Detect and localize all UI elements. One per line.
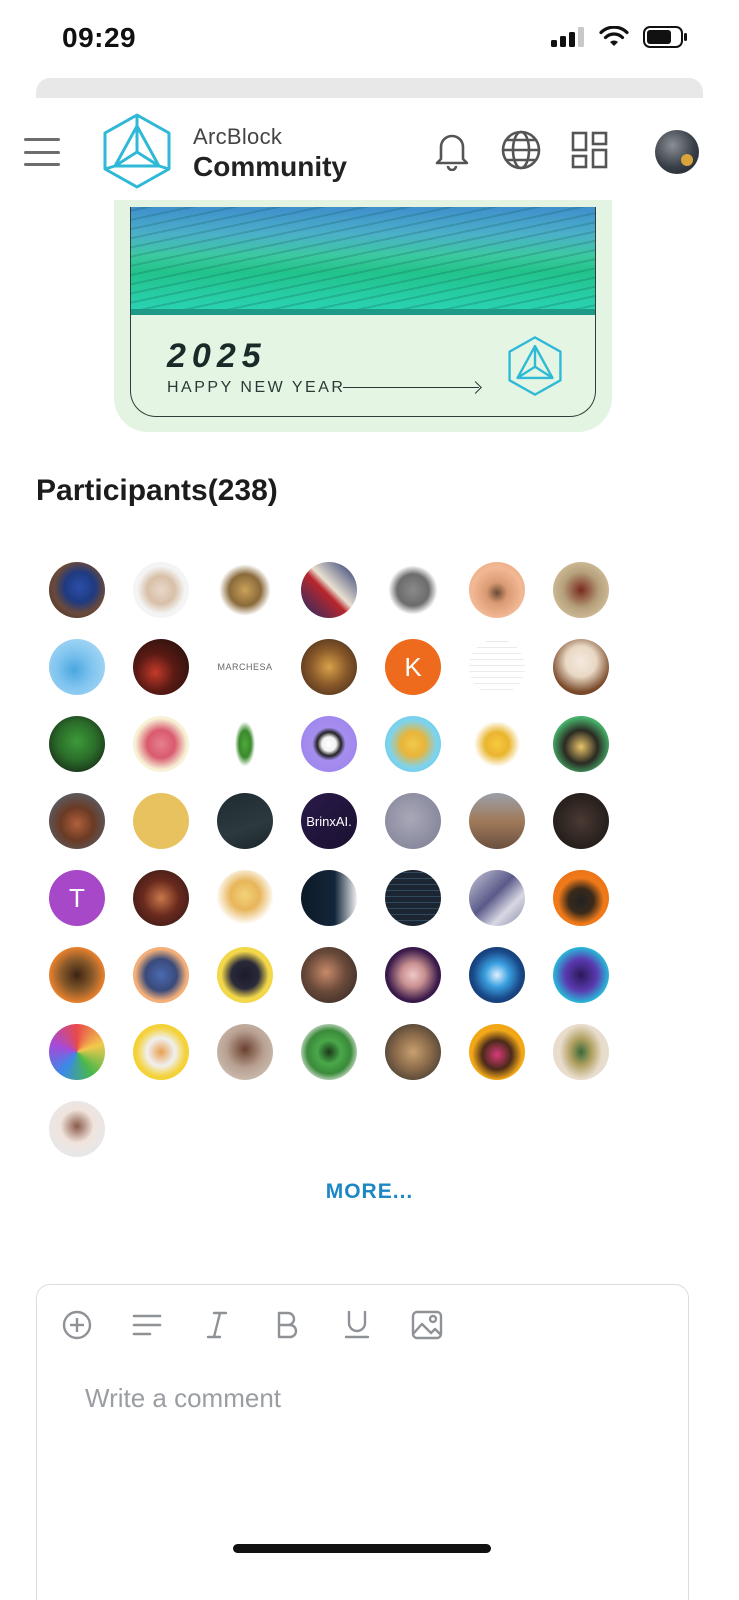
participant-avatar[interactable]: MARCHESA [217,639,273,695]
participant-avatar[interactable] [133,639,189,695]
status-icons [551,26,689,48]
more-participants-link[interactable]: MORE... [0,1180,739,1204]
participant-avatar[interactable] [385,870,441,926]
participant-avatar[interactable] [385,1024,441,1080]
participant-avatar[interactable] [301,870,357,926]
italic-icon[interactable] [199,1307,235,1343]
participant-avatar[interactable]: K [385,639,441,695]
arrow-right-icon [343,387,479,388]
participant-avatar[interactable] [49,1024,105,1080]
banner-greeting: HAPPY NEW YEAR [167,379,346,396]
battery-icon [643,26,687,48]
participant-avatar[interactable] [217,947,273,1003]
avatar-text-t: T [69,882,85,913]
participant-avatar[interactable] [553,793,609,849]
participant-avatar[interactable] [553,639,609,695]
participant-avatar[interactable]: BrinxAI. [301,793,357,849]
comment-input[interactable] [85,1383,645,1414]
participant-avatar[interactable] [217,562,273,618]
menu-icon[interactable] [24,138,60,166]
participant-avatar[interactable] [301,947,357,1003]
brand-top: ArcBlock [193,124,283,149]
participant-avatar[interactable] [133,716,189,772]
banner-year: 2025 [167,337,267,375]
apps-grid-icon[interactable] [568,128,612,172]
avatar-text-brinx: BrinxAI. [306,813,352,829]
participant-avatar[interactable] [469,793,525,849]
participant-avatar[interactable] [553,947,609,1003]
avatar-text-marchesa: MARCHESA [217,662,273,672]
status-time: 09:29 [62,22,137,53]
arcblock-logo-icon[interactable] [102,112,172,190]
paragraph-icon[interactable] [129,1307,165,1343]
participant-avatar[interactable] [133,793,189,849]
participants-title: Participants(238) [36,474,278,507]
status-bar: 09:29 [0,0,739,78]
image-icon[interactable] [409,1307,445,1343]
globe-icon[interactable] [499,128,543,172]
bell-icon[interactable] [430,128,474,172]
participant-avatar[interactable] [217,1024,273,1080]
participant-avatar[interactable] [49,562,105,618]
participant-avatar[interactable] [469,870,525,926]
participant-avatar[interactable] [553,716,609,772]
brand-bottom: Community [193,151,347,182]
participant-avatar[interactable] [217,870,273,926]
participant-avatar[interactable] [553,562,609,618]
banner-image [131,207,595,315]
event-banner[interactable]: 2025 HAPPY NEW YEAR [130,207,596,417]
participant-avatar[interactable] [553,870,609,926]
editor-toolbar [59,1307,445,1343]
home-indicator[interactable] [233,1544,491,1553]
participant-avatar[interactable] [133,1024,189,1080]
participant-avatar[interactable] [385,716,441,772]
participant-avatar[interactable] [217,716,273,772]
participant-avatar[interactable] [469,639,525,695]
avatar-text-k: K [404,651,422,682]
brand-name: ArcBlock Community [193,124,347,183]
add-icon[interactable] [59,1307,95,1343]
participant-avatar[interactable] [301,562,357,618]
participant-avatar[interactable]: T [49,870,105,926]
sheet-background [36,78,703,98]
participant-avatar[interactable] [301,1024,357,1080]
participant-avatar[interactable] [133,562,189,618]
participant-avatar[interactable] [469,1024,525,1080]
participant-avatar[interactable] [49,639,105,695]
participant-avatar[interactable] [133,870,189,926]
participant-avatar[interactable] [553,1024,609,1080]
cellular-signal-icon [551,27,584,47]
participant-avatar[interactable] [469,947,525,1003]
participant-avatar[interactable] [469,716,525,772]
participant-avatar[interactable] [49,947,105,1003]
participant-avatar[interactable] [49,1101,105,1157]
participant-avatar[interactable] [469,562,525,618]
bold-icon[interactable] [269,1307,305,1343]
participant-avatar[interactable] [385,793,441,849]
participant-avatar[interactable] [133,947,189,1003]
participant-avatar[interactable] [385,947,441,1003]
participant-avatar[interactable] [49,716,105,772]
participant-avatar[interactable] [385,562,441,618]
arcblock-logo-icon [508,336,562,396]
app-header: ArcBlock Community [0,100,739,212]
user-avatar[interactable] [655,130,699,174]
participant-avatar[interactable] [217,793,273,849]
underline-icon[interactable] [339,1307,375,1343]
participant-avatar[interactable] [301,639,357,695]
wifi-icon [599,26,629,46]
participant-avatar[interactable] [301,716,357,772]
participant-avatar[interactable] [49,793,105,849]
